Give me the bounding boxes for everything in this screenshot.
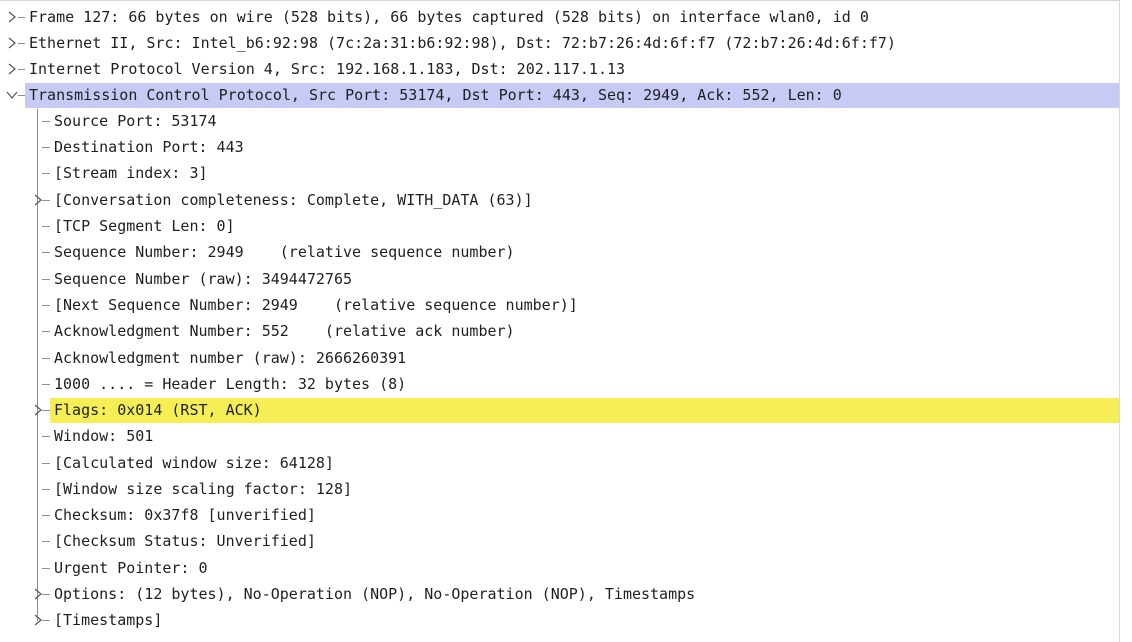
- field-label: [Stream index: 3]: [54, 164, 208, 182]
- field-label: [Window size scaling factor: 128]: [54, 480, 353, 498]
- field-label: [TCP Segment Len: 0]: [54, 217, 235, 235]
- tcp-field-checksum-status[interactable]: [Checksum Status: Unverified]: [0, 528, 1119, 554]
- field-label: Sequence Number (raw): 3494472765: [54, 270, 353, 288]
- tcp-field-stream-index[interactable]: [Stream index: 3]: [0, 160, 1119, 186]
- tree-connector: [42, 252, 50, 253]
- field-label: Window: 501: [54, 427, 154, 445]
- tree-node-label: Ethernet II, Src: Intel_b6:92:98 (7c:2a:…: [29, 34, 896, 52]
- tcp-field-ack-number-raw[interactable]: Acknowledgment number (raw): 2666260391: [0, 345, 1119, 371]
- tree-connector: [42, 331, 50, 332]
- field-label: [Timestamps]: [54, 611, 163, 629]
- tcp-field-checksum[interactable]: Checksum: 0x37f8 [unverified]: [0, 502, 1119, 528]
- tree-connector: [42, 436, 50, 437]
- vertical-scrollbar[interactable]: [1119, 0, 1132, 642]
- tcp-field-flags[interactable]: Flags: 0x014 (RST, ACK): [0, 397, 1119, 423]
- tcp-field-dst-port[interactable]: Destination Port: 443: [0, 134, 1119, 160]
- tree-connector: [42, 200, 50, 201]
- tree-connector: [42, 410, 50, 411]
- field-label: [Checksum Status: Unverified]: [54, 532, 316, 550]
- tcp-field-seq-number[interactable]: Sequence Number: 2949 (relative sequence…: [0, 239, 1119, 265]
- field-label: [Next Sequence Number: 2949 (relative se…: [54, 296, 578, 314]
- tree-node-ethernet[interactable]: Ethernet II, Src: Intel_b6:92:98 (7c:2a:…: [0, 30, 1119, 56]
- field-label: Checksum: 0x37f8 [unverified]: [54, 506, 316, 524]
- packet-details-tree: Frame 127: 66 bytes on wire (528 bits), …: [0, 0, 1119, 642]
- tcp-field-header-length[interactable]: 1000 .... = Header Length: 32 bytes (8): [0, 371, 1119, 397]
- field-label: Source Port: 53174: [54, 112, 217, 130]
- field-label: 1000 .... = Header Length: 32 bytes (8): [54, 375, 407, 393]
- tcp-field-timestamps[interactable]: [Timestamps]: [0, 607, 1119, 633]
- tree-connector: [42, 594, 50, 595]
- tree-connector: [42, 121, 50, 122]
- chevron-right-icon[interactable]: [5, 10, 19, 24]
- tree-connector: [18, 69, 25, 70]
- chevron-down-icon[interactable]: [5, 88, 19, 102]
- chevron-right-icon[interactable]: [5, 62, 19, 76]
- tree-node-ipv4[interactable]: Internet Protocol Version 4, Src: 192.16…: [0, 56, 1119, 82]
- field-label: Options: (12 bytes), No-Operation (NOP),…: [54, 585, 696, 603]
- field-label: Acknowledgment Number: 552 (relative ack…: [54, 322, 515, 340]
- chevron-right-icon[interactable]: [5, 36, 19, 50]
- field-label: [Conversation completeness: Complete, WI…: [54, 191, 533, 209]
- tcp-field-calculated-window[interactable]: [Calculated window size: 64128]: [0, 450, 1119, 476]
- tree-node-tcp[interactable]: Transmission Control Protocol, Src Port:…: [0, 82, 1119, 108]
- tcp-field-segment-len[interactable]: [TCP Segment Len: 0]: [0, 213, 1119, 239]
- tree-node-label: Frame 127: 66 bytes on wire (528 bits), …: [29, 8, 869, 26]
- field-label: Destination Port: 443: [54, 138, 244, 156]
- field-label: [Calculated window size: 64128]: [54, 454, 334, 472]
- tcp-field-urgent-pointer[interactable]: Urgent Pointer: 0: [0, 555, 1119, 581]
- tree-connector: [42, 489, 50, 490]
- tcp-field-window-scaling[interactable]: [Window size scaling factor: 128]: [0, 476, 1119, 502]
- tree-connector: [42, 173, 50, 174]
- tcp-field-seq-number-raw[interactable]: Sequence Number (raw): 3494472765: [0, 266, 1119, 292]
- tcp-field-src-port[interactable]: Source Port: 53174: [0, 108, 1119, 134]
- tree-connector: [42, 620, 50, 621]
- tree-connector: [42, 226, 50, 227]
- tree-node-frame[interactable]: Frame 127: 66 bytes on wire (528 bits), …: [0, 4, 1119, 30]
- tcp-field-options[interactable]: Options: (12 bytes), No-Operation (NOP),…: [0, 581, 1119, 607]
- tree-connector: [42, 305, 50, 306]
- tree-connector: [42, 515, 50, 516]
- tree-node-label: Internet Protocol Version 4, Src: 192.16…: [29, 60, 626, 78]
- tree-connector: [18, 95, 25, 96]
- tree-connector: [18, 43, 25, 44]
- tree-connector: [42, 541, 50, 542]
- field-label: Flags: 0x014 (RST, ACK): [54, 401, 262, 419]
- tree-connector: [42, 568, 50, 569]
- tcp-field-window[interactable]: Window: 501: [0, 423, 1119, 449]
- tcp-field-conversation-completeness[interactable]: [Conversation completeness: Complete, WI…: [0, 187, 1119, 213]
- tree-connector: [18, 17, 25, 18]
- tree-connector: [42, 358, 50, 359]
- field-label: Acknowledgment number (raw): 2666260391: [54, 349, 407, 367]
- tcp-field-ack-number[interactable]: Acknowledgment Number: 552 (relative ack…: [0, 318, 1119, 344]
- field-label: Sequence Number: 2949 (relative sequence…: [54, 243, 515, 261]
- tcp-field-next-seq-number[interactable]: [Next Sequence Number: 2949 (relative se…: [0, 292, 1119, 318]
- tree-node-label: Transmission Control Protocol, Src Port:…: [29, 86, 842, 104]
- field-label: Urgent Pointer: 0: [54, 559, 208, 577]
- tree-connector: [42, 147, 50, 148]
- tree-connector: [42, 463, 50, 464]
- tree-connector: [42, 384, 50, 385]
- tree-connector: [42, 279, 50, 280]
